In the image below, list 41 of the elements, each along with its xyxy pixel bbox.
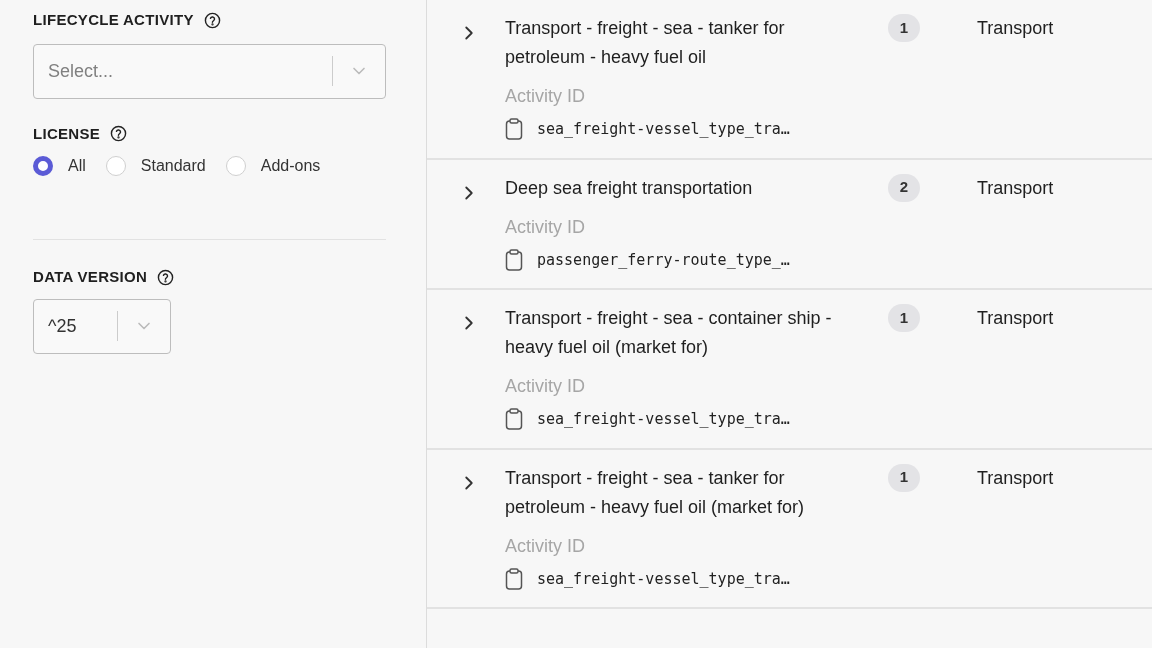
select-value: ^25 bbox=[47, 314, 78, 338]
filter-label: LIFECYCLE ACTIVITY bbox=[33, 10, 194, 30]
activity-id-label: Activity ID bbox=[505, 85, 586, 108]
result-row[interactable]: Transport - freight - sea - container ship - heavy fuel oil (market for) Activity ID sea_freight-vessel_type_tra… 1 Transport bbox=[427, 290, 1152, 450]
category-label: Transport bbox=[977, 17, 1054, 40]
activity-id-label: Activity ID bbox=[505, 375, 586, 398]
filter-label: LICENSE bbox=[33, 123, 101, 144]
select-field[interactable]: Select... bbox=[33, 43, 386, 99]
category-label: Transport bbox=[977, 307, 1054, 330]
clipboard-icon[interactable] bbox=[505, 567, 523, 590]
activity-id-label: Activity ID bbox=[505, 215, 586, 239]
activity-id: passenger_ferry-route_type_… bbox=[537, 249, 790, 271]
radio-option[interactable]: All bbox=[33, 154, 86, 178]
activity-id: sea_freight-vessel_type_tra… bbox=[537, 119, 790, 140]
result-row[interactable]: Deep sea freight transportation Activity ID passenger_ferry-route_type_… 2 Transport bbox=[427, 159, 1152, 290]
activity-title: Transport - freight - sea - tanker for petroleum - heavy fuel oil bbox=[505, 17, 786, 69]
activity-title: Transport - freight - sea - tanker for petroleum - heavy fuel oil (market for) bbox=[505, 466, 806, 519]
activity-id: sea_freight-vessel_type_tra… bbox=[537, 409, 790, 430]
count-badge: 1 bbox=[888, 463, 920, 492]
clipboard-icon[interactable] bbox=[505, 248, 523, 271]
filter-label: DATA VERSION bbox=[33, 267, 148, 287]
radio-option[interactable]: Add-ons bbox=[225, 154, 321, 178]
count-badge: 1 bbox=[888, 14, 920, 42]
activity-title: Transport - freight - sea - container ship - heavy fuel oil (market for) bbox=[505, 307, 833, 359]
select-placeholder: Select... bbox=[47, 59, 115, 83]
result-row[interactable]: Transport - freight - sea - tanker for petroleum - heavy fuel oil (market for) Activity ID sea_freight-vessel_type_tra… 1 Transport bbox=[427, 449, 1152, 609]
count-badge: 2 bbox=[888, 173, 920, 202]
clipboard-icon[interactable] bbox=[505, 408, 523, 431]
activity-id: sea_freight-vessel_type_tra… bbox=[537, 568, 790, 590]
radio-option[interactable]: Standard bbox=[105, 154, 206, 178]
help-icon[interactable] bbox=[110, 125, 128, 143]
category-label: Transport bbox=[977, 176, 1054, 200]
activity-id-label: Activity ID bbox=[505, 534, 586, 558]
help-icon[interactable] bbox=[157, 268, 175, 286]
clipboard-icon[interactable] bbox=[505, 118, 523, 141]
help-icon[interactable] bbox=[203, 11, 221, 29]
result-row[interactable]: Transport - freight - sea - tanker for petroleum - heavy fuel oil Activity ID sea_freight-vessel_type_tra… 1 Transport bbox=[427, 0, 1152, 160]
count-badge: 1 bbox=[888, 304, 920, 332]
category-label: Transport bbox=[977, 466, 1054, 490]
version-select[interactable]: ^25 bbox=[33, 298, 171, 354]
activity-title: Deep sea freight transportation bbox=[505, 176, 754, 200]
